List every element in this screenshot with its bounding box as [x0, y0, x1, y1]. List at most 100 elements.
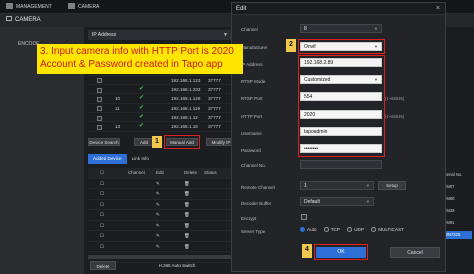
row-checkbox[interactable] — [97, 124, 102, 130]
delete-button[interactable]: Delete — [90, 261, 116, 270]
channel-no-label: Channel No. — [241, 163, 267, 168]
delete-icon[interactable]: 🗑 — [184, 200, 190, 211]
delete-icon[interactable]: 🗑 — [184, 221, 190, 232]
row-checkbox[interactable]: ☐ — [100, 210, 104, 221]
header-checkbox[interactable]: ☐ — [100, 168, 104, 179]
radio-tcp[interactable]: TCP — [323, 227, 340, 232]
table-row[interactable]: 13 ✔ 192.168.1.16 37777 — [88, 122, 232, 132]
chevron-down-icon: ▼ — [366, 199, 370, 204]
tab-management-label: MANAGEMENT — [16, 4, 52, 10]
row-checkbox[interactable] — [97, 78, 102, 84]
row-checkbox[interactable]: ☐ — [100, 189, 104, 200]
row-checkbox[interactable]: ☐ — [100, 179, 104, 190]
server-type-label: Server Type — [241, 229, 266, 234]
channel-no-field[interactable] — [300, 160, 382, 169]
edit-icon[interactable]: ✎ — [156, 210, 160, 221]
highlight-ok — [314, 244, 368, 260]
header-delete: Delete — [184, 170, 198, 175]
edit-icon[interactable]: ✎ — [156, 200, 160, 211]
table-row[interactable]: 11 ✔ 192.168.1.119 37777 — [88, 104, 232, 114]
encrypt-checkbox[interactable] — [301, 214, 307, 220]
scrollbar-thumb[interactable] — [88, 255, 232, 259]
edit-icon[interactable]: ✎ — [156, 179, 160, 190]
close-icon[interactable]: × — [436, 3, 440, 15]
ip-filter-value: IP Address — [92, 32, 117, 38]
channel-label: Channel — [241, 27, 258, 32]
table-row[interactable]: ☐ ✎ 🗑 — [88, 179, 232, 190]
channel-select[interactable]: 8 ▼ — [300, 24, 382, 33]
list-item: 7M91 — [444, 220, 455, 225]
table-row[interactable]: ✔ 192.168.1.12 37777 — [88, 113, 232, 123]
delete-icon[interactable]: 🗑 — [184, 242, 190, 253]
row-checkbox[interactable] — [97, 96, 102, 102]
check-icon: ✔ — [139, 114, 145, 121]
table-row[interactable]: 192.168.1.123 37777 — [88, 76, 232, 86]
table-row[interactable]: ☐ ✎ 🗑 — [88, 221, 232, 232]
manufacturer-label: Manufacturer — [241, 45, 268, 50]
delete-icon[interactable]: 🗑 — [184, 179, 190, 190]
camera-icon — [68, 3, 75, 9]
management-icon — [6, 3, 13, 9]
tab-link-info[interactable]: Link Info — [127, 154, 154, 164]
chevron-down-icon: ▼ — [374, 26, 378, 31]
tutorial-note-line1: 3. Input camera info with HTTP Port is 2… — [40, 46, 234, 57]
header-channel: Channel — [128, 170, 145, 175]
step-marker-4: 4 — [302, 244, 312, 258]
table-row[interactable]: ☐ ✎ 🗑 — [88, 231, 232, 242]
dialog-title: Edit — [232, 3, 445, 15]
tab-camera-label: CAMERA — [78, 4, 100, 10]
tab-added-device[interactable]: Added Device — [88, 154, 127, 164]
device-search-button[interactable]: Device Search — [88, 138, 120, 146]
row-checkbox[interactable]: ☐ — [100, 221, 104, 232]
ip-filter-select[interactable]: IP Address ▼ — [88, 30, 232, 40]
http-port-label: HTTP Port — [241, 114, 263, 119]
table-row[interactable]: ☐ ✎ 🗑 — [88, 210, 232, 221]
radio-icon — [371, 227, 377, 232]
edit-icon[interactable]: ✎ — [156, 221, 160, 232]
list-item: 7M28 — [444, 208, 455, 213]
radio-auto[interactable]: Auto — [300, 227, 316, 232]
password-label: Password — [241, 148, 261, 153]
row-checkbox[interactable] — [97, 106, 102, 112]
highlight-camera-info — [298, 55, 385, 157]
delete-icon[interactable]: 🗑 — [184, 210, 190, 221]
edit-icon[interactable]: ✎ — [156, 242, 160, 253]
delete-icon[interactable]: 🗑 — [184, 231, 190, 242]
list-item: WN7325 — [444, 231, 472, 239]
table-row[interactable]: ✔ 192.168.1.233 37777 — [88, 85, 232, 95]
add-button[interactable]: Add — [134, 138, 154, 146]
added-device-table: ☐ Channel Edit Delete Status ☐ ✎ 🗑 ☐ ✎ 🗑 ☐ ✎ 🗑… — [88, 168, 232, 263]
edit-icon[interactable]: ✎ — [156, 189, 160, 200]
radio-multicast[interactable]: MULTICAST — [371, 227, 404, 232]
row-checkbox[interactable] — [97, 115, 102, 121]
tab-management[interactable]: MANAGEMENT — [6, 2, 52, 12]
table-row[interactable]: ☐ ✎ 🗑 — [88, 242, 232, 253]
remote-channel-select[interactable]: 1 ▼ — [300, 181, 374, 190]
column-serial-header: Serial No. — [444, 172, 463, 177]
table-row[interactable]: ☐ ✎ 🗑 — [88, 200, 232, 211]
decoder-buffer-select[interactable]: Default ▼ — [300, 197, 374, 206]
chevron-down-icon: ▼ — [366, 183, 370, 188]
row-checkbox[interactable]: ☐ — [100, 231, 104, 242]
step-marker-1: 1 — [152, 136, 162, 148]
device-tabs: Added Device Link Info — [88, 154, 154, 164]
table-row[interactable]: ☐ ✎ 🗑 — [88, 189, 232, 200]
h265-auto-switch[interactable]: H.265 Auto Switch — [148, 261, 206, 270]
header-edit: Edit — [156, 170, 164, 175]
tab-camera[interactable]: CAMERA — [68, 2, 99, 12]
rtsp-port-label: RTSP Port — [241, 96, 263, 101]
row-checkbox[interactable] — [97, 87, 102, 93]
table-row[interactable]: 10 ✔ 192.168.1.128 37777 — [88, 94, 232, 104]
radio-udp[interactable]: UDP — [347, 227, 364, 232]
tutorial-note: 3. Input camera info with HTTP Port is 2… — [37, 44, 243, 74]
rtsp-mode-label: RTSP Mode — [241, 79, 266, 84]
tutorial-note-line2: Account & Password created in Tapo app — [40, 58, 223, 70]
setup-button[interactable]: Setup — [378, 181, 406, 190]
edit-icon[interactable]: ✎ — [156, 231, 160, 242]
row-checkbox[interactable]: ☐ — [100, 200, 104, 211]
check-icon: ✔ — [139, 95, 145, 102]
cancel-button[interactable]: Cancel — [390, 247, 440, 258]
section-title: CAMERA — [15, 17, 41, 23]
row-checkbox[interactable]: ☐ — [100, 242, 104, 253]
delete-icon[interactable]: 🗑 — [184, 189, 190, 200]
